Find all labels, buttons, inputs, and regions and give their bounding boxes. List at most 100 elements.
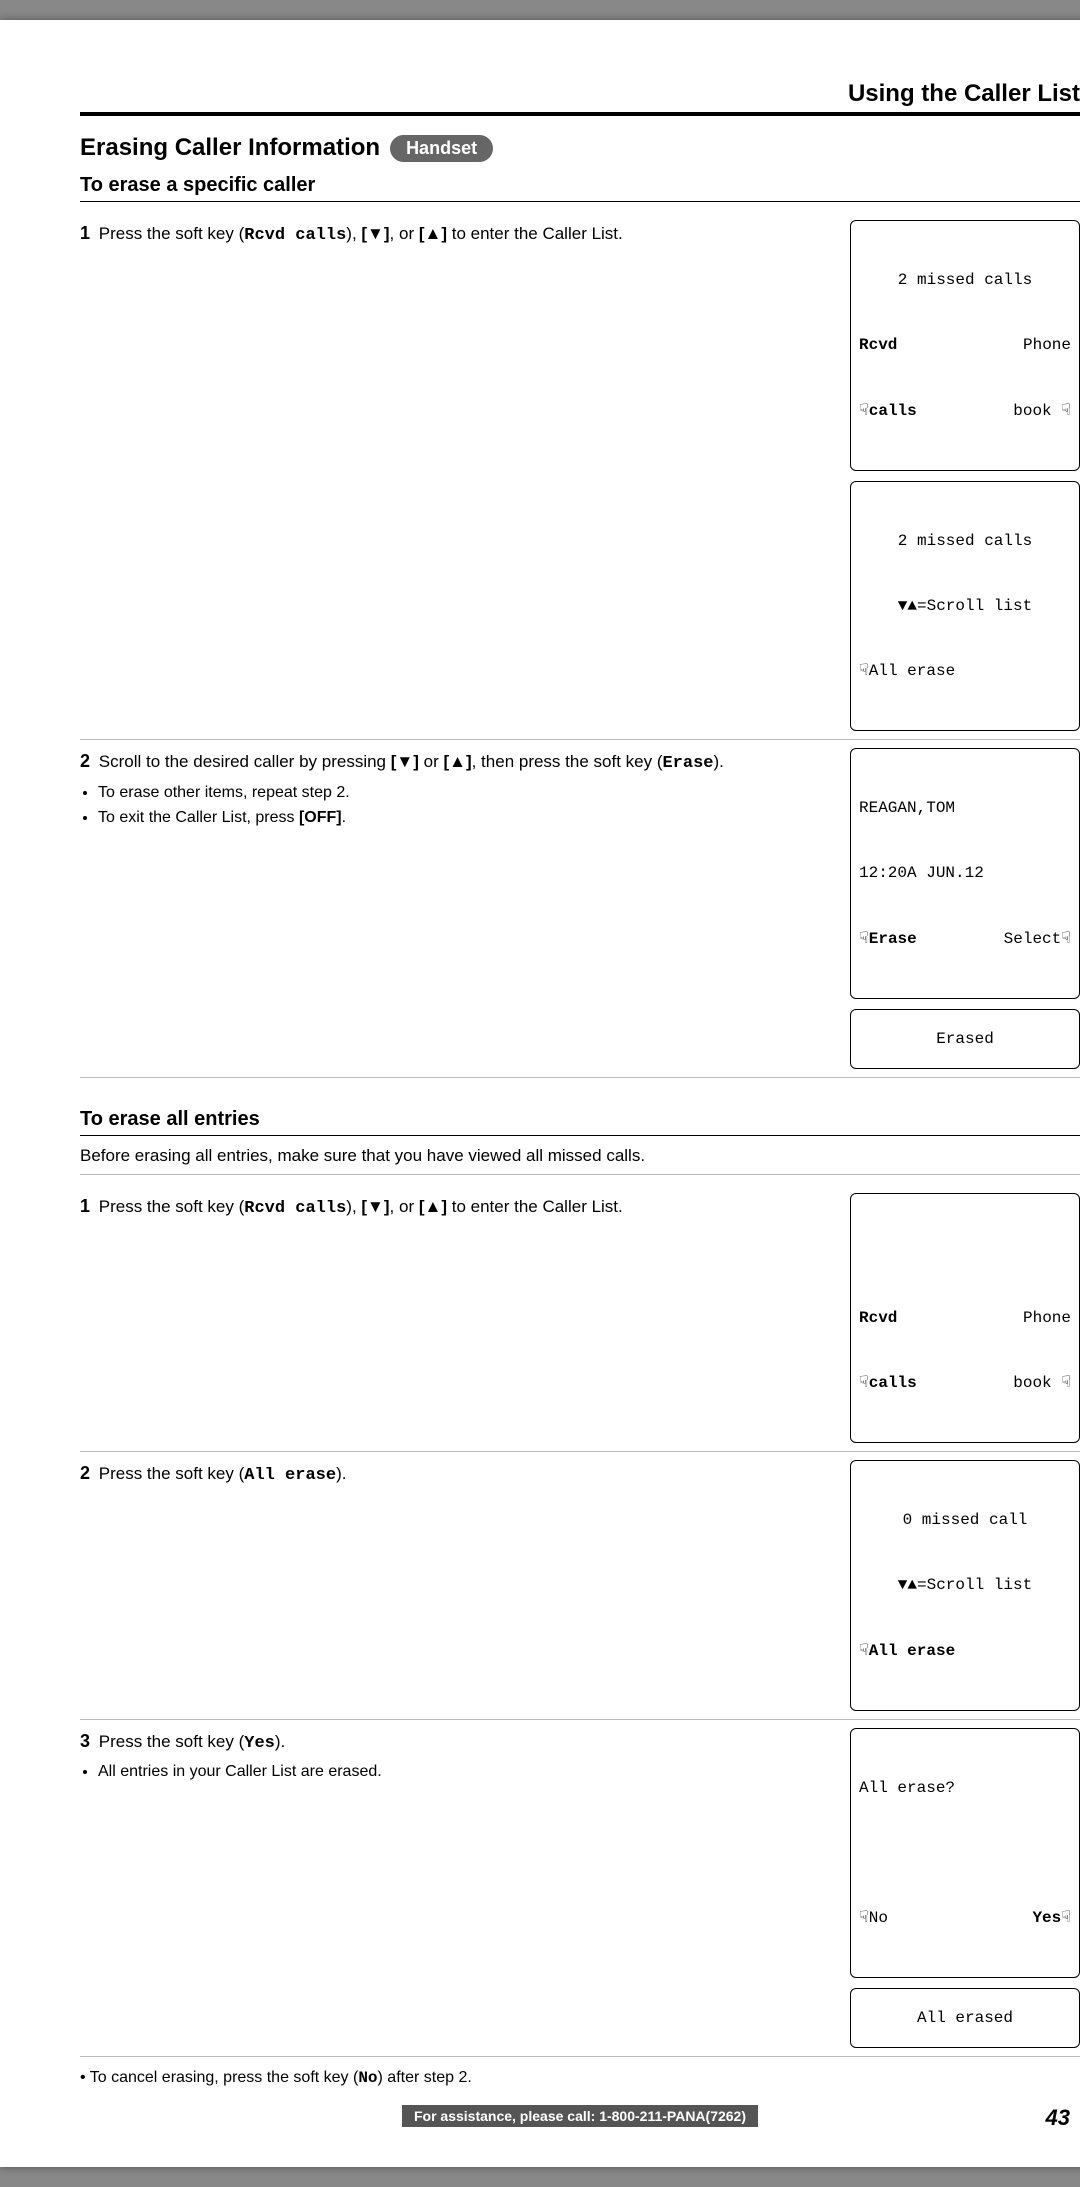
down-key: [▼] (361, 224, 389, 243)
lcd-line: ▼▲=Scroll list (859, 1575, 1071, 1597)
softarrow-down-icon: ☟ (1061, 1374, 1071, 1391)
subheading-all: To erase all entries (80, 1108, 1080, 1131)
footer: For assistance, please call: 1-800-211-P… (0, 2105, 1080, 2127)
down-key: [▼] (361, 1197, 389, 1216)
lcd-label: Phone (1023, 1308, 1071, 1330)
softkey-yes: Yes (244, 1734, 275, 1753)
page-number: 43 (1046, 2105, 1070, 2131)
softkey-label: book (1013, 1374, 1051, 1392)
lcd-line: All erase? (859, 1778, 1071, 1800)
lcd-line: Rcvd Phone (859, 335, 1071, 357)
rule (80, 1135, 1080, 1136)
section-title: Using the Caller List (80, 80, 1080, 108)
lcd-column: 2 missed calls Rcvd Phone ☟calls book ☟ … (850, 220, 1080, 731)
lcd-column: REAGAN,TOM 12:20A JUN.12 ☟Erase Select☟ … (850, 748, 1080, 1069)
softkey-no: No (358, 2069, 377, 2087)
text: , or (390, 1197, 419, 1216)
lcd-screen: 2 missed calls Rcvd Phone ☟calls book ☟ (850, 220, 1080, 471)
lcd-softkey-row: ☟Erase Select☟ (859, 928, 1071, 951)
lcd-screen: Erased (850, 1009, 1080, 1069)
lcd-line: 0 missed call (859, 1510, 1071, 1532)
all-step-1: 1 Press the soft key (Rcvd calls), [▼], … (80, 1185, 1080, 1453)
page-title-row: Erasing Caller Information Handset (80, 134, 1080, 162)
softarrow-down-icon: ☟ (859, 1374, 869, 1391)
lcd-softkey-left: ☟No (859, 1907, 888, 1930)
lcd-column: All erase? ☟No Yes☟ All erased (850, 1728, 1080, 2049)
softkey-label: book (1013, 402, 1051, 420)
lcd-softkey-left: ☟All erase (859, 660, 955, 683)
text: Press the soft key ( (99, 1732, 245, 1751)
softarrow-down-icon: ☟ (1061, 1909, 1071, 1926)
lcd-softkey-left: ☟All erase (859, 1640, 955, 1663)
lcd-softkey-right: Yes☟ (1032, 1907, 1071, 1930)
lcd-line: 2 missed calls (859, 270, 1071, 292)
all-step-3: 3 Press the soft key (Yes). All entries … (80, 1720, 1080, 2058)
lcd-label: Rcvd (859, 335, 897, 357)
intro-text: Before erasing all entries, make sure th… (80, 1146, 1080, 1166)
lcd-screen: All erase? ☟No Yes☟ (850, 1728, 1080, 1979)
specific-step-1: 1 Press the soft key (Rcvd calls), [▼], … (80, 212, 1080, 740)
page-title: Erasing Caller Information (80, 134, 380, 162)
lcd-screen: 0 missed call ▼▲=Scroll list ☟All erase (850, 1460, 1080, 1711)
rule (80, 201, 1080, 202)
text: ). (714, 752, 724, 771)
manual-page: Telephone System Using the Caller List E… (0, 20, 1080, 2167)
handset-pill: Handset (390, 135, 493, 162)
step-text: 1 Press the soft key (Rcvd calls), [▼], … (80, 220, 830, 249)
softkey-label: Erase (869, 930, 917, 948)
step-text: 1 Press the soft key (Rcvd calls), [▼], … (80, 1193, 830, 1222)
lcd-line: REAGAN,TOM (859, 798, 1071, 820)
step-number: 3 (80, 1731, 90, 1751)
assistance-bar: For assistance, please call: 1-800-211-P… (402, 2105, 758, 2127)
step-number: 2 (80, 1463, 90, 1483)
thick-rule (80, 112, 1080, 116)
text: ) after step 2. (378, 2069, 472, 2086)
text: or (419, 752, 444, 771)
text: Scroll to the desired caller by pressing (99, 752, 391, 771)
lcd-softkey-left: ☟calls (859, 1372, 917, 1395)
bullet-list: All entries in your Caller List are eras… (98, 1760, 830, 1783)
lcd-screen: All erased (850, 1988, 1080, 2048)
softkey-label: Select (1004, 930, 1062, 948)
lcd-column: 0 missed call ▼▲=Scroll list ☟All erase (850, 1460, 1080, 1711)
off-key: [OFF] (299, 809, 342, 826)
softkey-rcvd-calls: Rcvd calls (244, 226, 346, 245)
text: Press the soft key ( (99, 1464, 245, 1483)
up-key: [▲] (419, 1197, 447, 1216)
lcd-line: Erased (936, 1029, 994, 1051)
text: to enter the Caller List. (447, 1197, 623, 1216)
softkey-label: calls (869, 402, 917, 420)
up-key: [▲] (419, 224, 447, 243)
lcd-softkey-row: ☟All erase (859, 660, 1071, 683)
lcd-softkey-row: ☟All erase (859, 1640, 1071, 1663)
softkey-label: calls (869, 1374, 917, 1392)
lcd-softkey-row: ☟No Yes☟ (859, 1907, 1071, 1930)
lcd-line: Rcvd Phone (859, 1308, 1071, 1330)
lcd-softkey-right: book ☟ (1013, 1372, 1071, 1395)
text: Press the soft key ( (99, 1197, 245, 1216)
softkey-label: No (869, 1909, 888, 1927)
text: , then press the soft key ( (472, 752, 663, 771)
bullet: To exit the Caller List, press [OFF]. (98, 806, 830, 829)
softarrow-down-icon: ☟ (859, 662, 869, 679)
step-text: 3 Press the soft key (Yes). All entries … (80, 1728, 830, 1784)
text: ), (346, 1197, 361, 1216)
bullet: All entries in your Caller List are eras… (98, 1760, 830, 1783)
softarrow-down-icon: ☟ (859, 930, 869, 947)
lcd-screen: REAGAN,TOM 12:20A JUN.12 ☟Erase Select☟ (850, 748, 1080, 999)
bullet-list: To erase other items, repeat step 2. To … (98, 781, 830, 829)
text: . (342, 809, 346, 826)
down-key: [▼] (391, 752, 419, 771)
softarrow-down-icon: ☟ (1061, 402, 1071, 419)
lcd-softkey-right: Select☟ (1004, 928, 1071, 951)
lcd-softkey-row: ☟calls book ☟ (859, 400, 1071, 423)
text: ), (346, 224, 361, 243)
softarrow-down-icon: ☟ (859, 402, 869, 419)
cancel-note: • To cancel erasing, press the soft key … (80, 2069, 1080, 2087)
step-number: 2 (80, 751, 90, 771)
lcd-softkey-right: book ☟ (1013, 400, 1071, 423)
softarrow-down-icon: ☟ (1061, 930, 1071, 947)
softkey-label: Yes (1032, 1909, 1061, 1927)
text: Press the soft key ( (99, 224, 245, 243)
text: • To cancel erasing, press the soft key … (80, 2069, 358, 2086)
